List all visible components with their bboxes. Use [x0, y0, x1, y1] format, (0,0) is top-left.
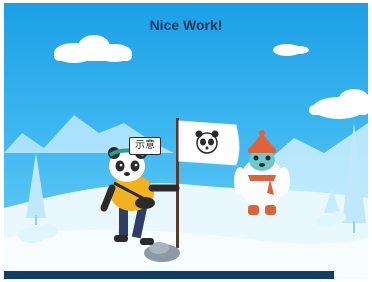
background-art	[4, 35, 368, 279]
cloud-right-small	[273, 44, 309, 56]
page-title: Nice Work!	[149, 17, 223, 33]
progress-bar	[4, 271, 334, 279]
cloud-right	[309, 89, 368, 119]
tree-left	[26, 153, 46, 225]
game-scene: Nice Work! 示意	[4, 3, 368, 279]
speech-bubble: 示意	[129, 137, 161, 155]
panda-face-icon	[195, 130, 219, 154]
cloud-left	[54, 35, 132, 63]
